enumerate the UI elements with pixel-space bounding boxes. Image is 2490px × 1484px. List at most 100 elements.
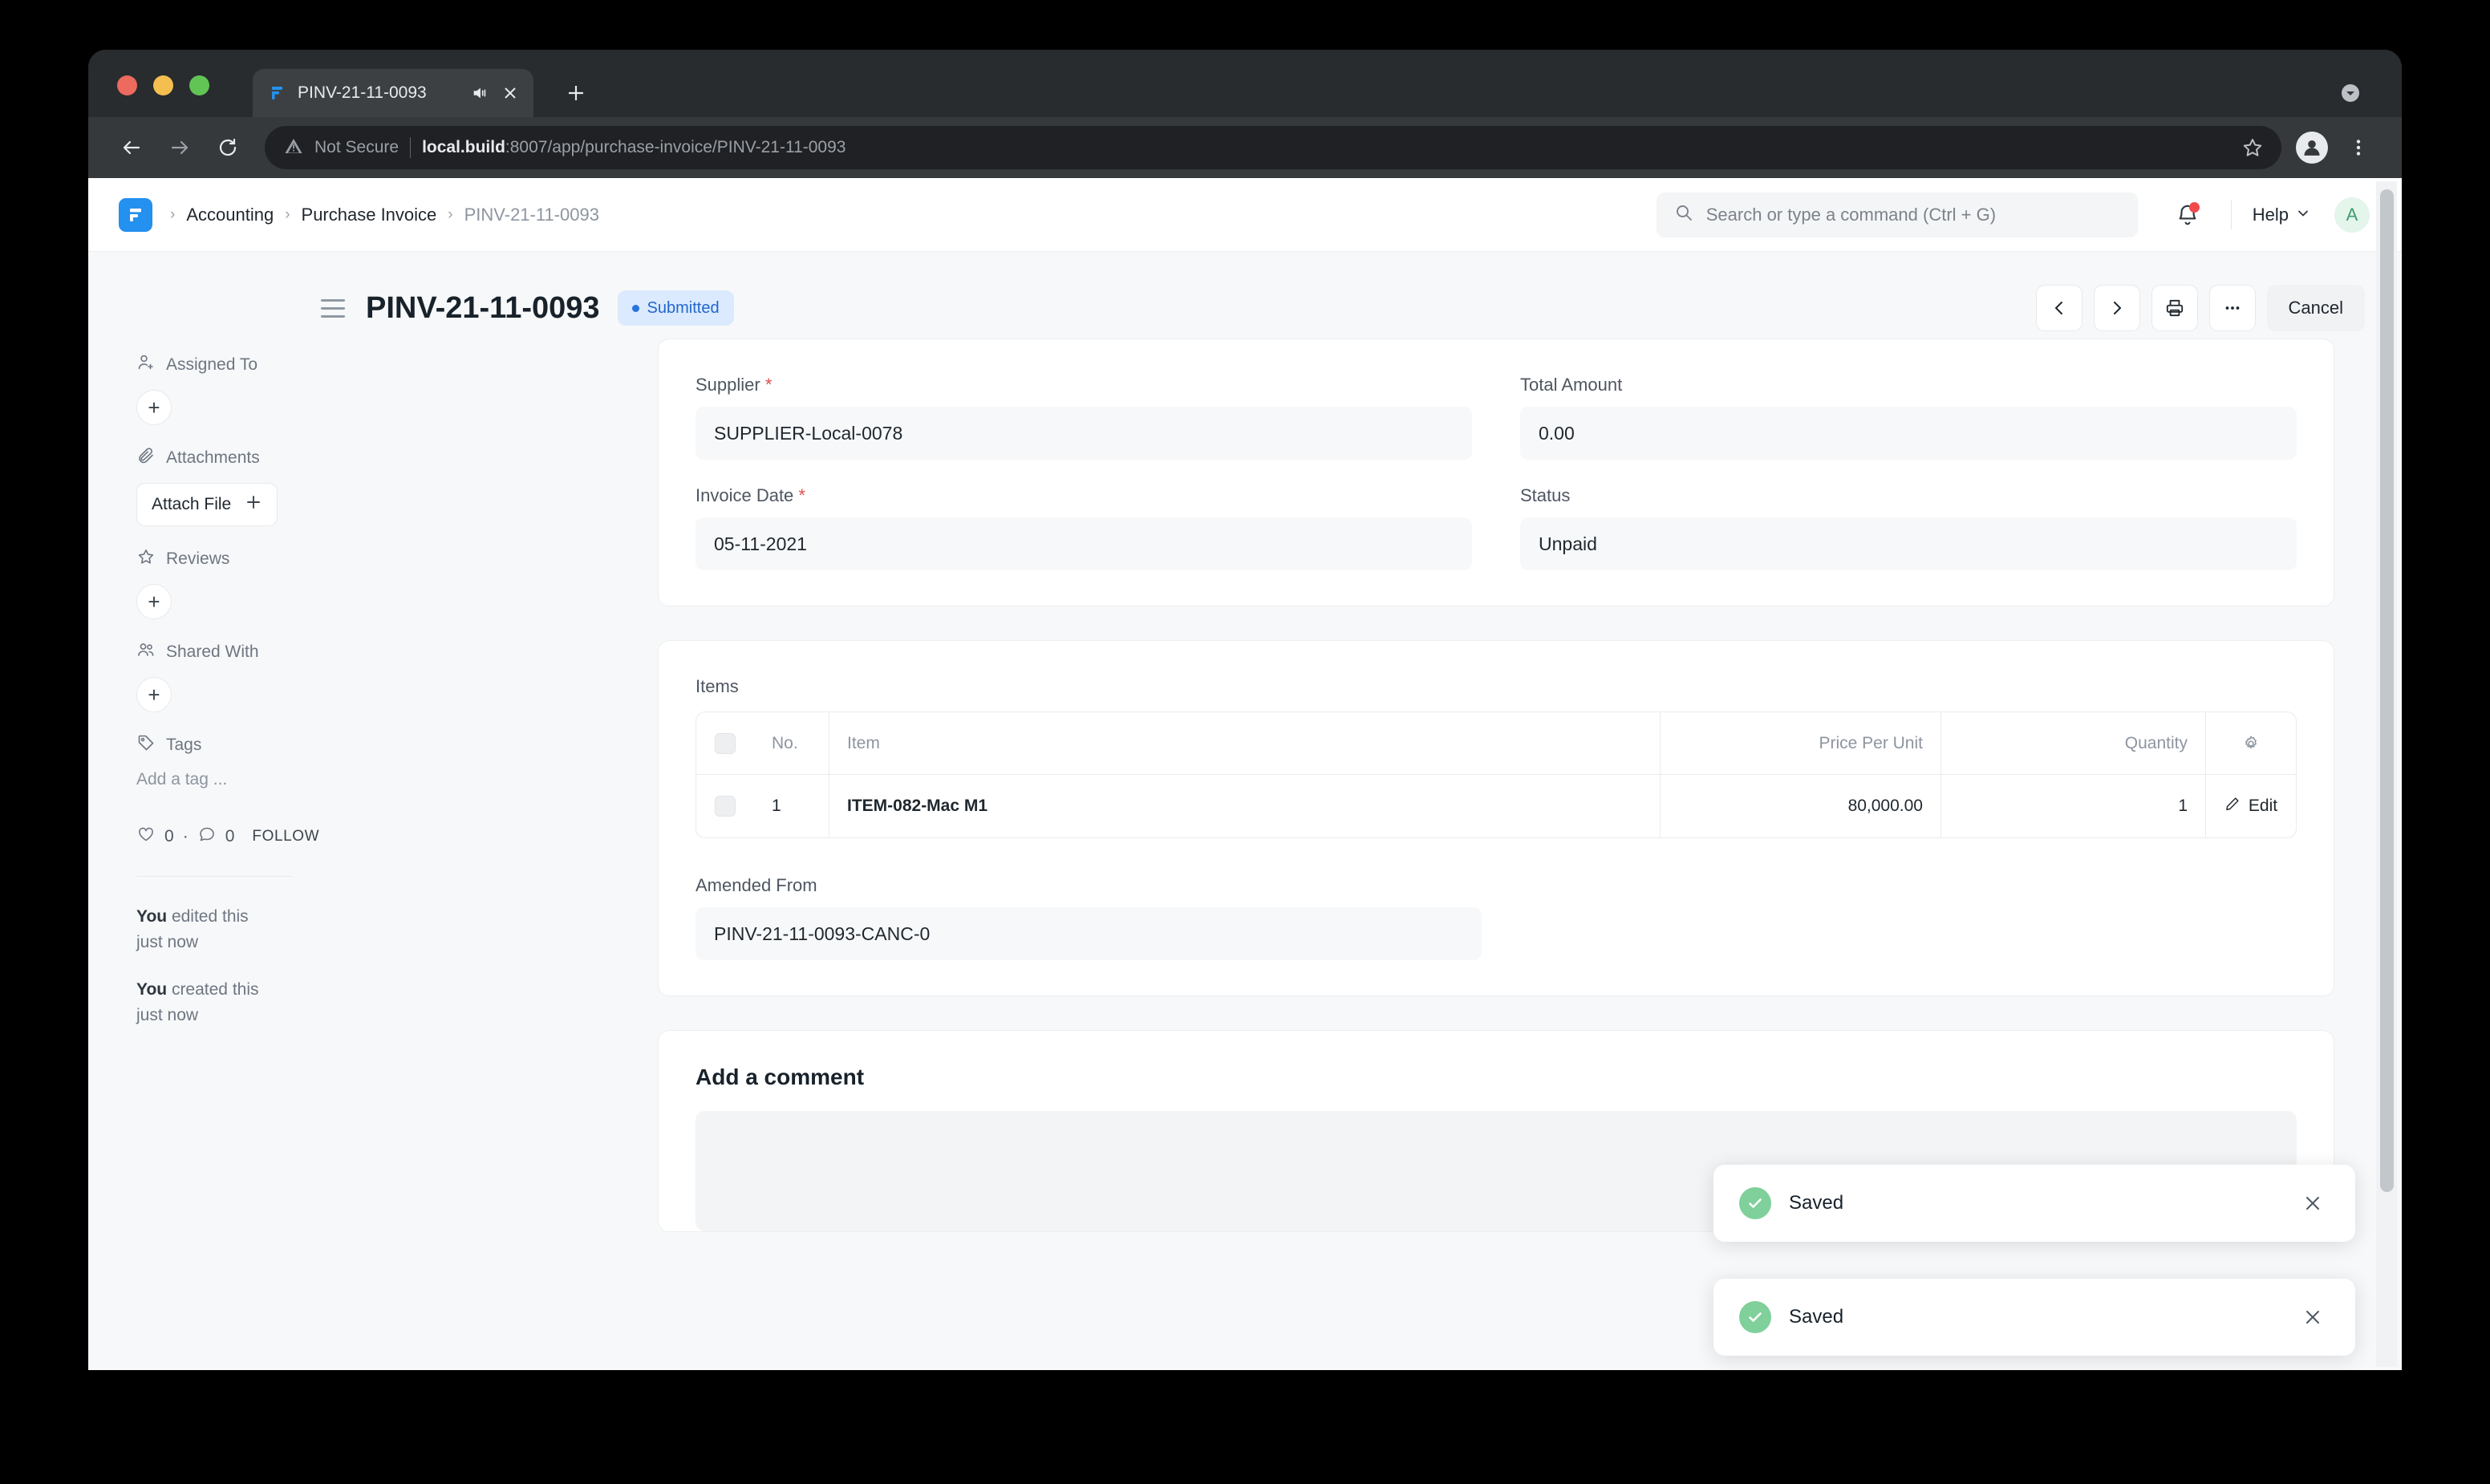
printer-icon[interactable] <box>2151 285 2198 331</box>
reload-icon[interactable] <box>205 125 250 170</box>
toast-saved-2: Saved <box>1713 1279 2355 1356</box>
url-path: :8007/app/purchase-invoice/PINV-21-11-00… <box>505 138 846 156</box>
next-document-button[interactable] <box>2094 285 2140 331</box>
app-navbar: › Accounting › Purchase Invoice › PINV-2… <box>88 178 2402 252</box>
three-dot-menu-icon[interactable] <box>2336 125 2381 170</box>
close-icon[interactable] <box>2299 1190 2326 1217</box>
field-total-amount: Total Amount 0.00 <box>1520 375 2297 460</box>
items-table-header: No. Item Price Per Unit Quantity <box>696 712 2296 775</box>
search-icon <box>1674 203 1693 226</box>
select-all-checkbox[interactable] <box>696 712 754 774</box>
table-row[interactable]: 1 ITEM-082-Mac M1 80,000.00 1 Edit <box>696 775 2296 837</box>
pencil-icon <box>2224 796 2241 817</box>
arrow-right-icon[interactable] <box>157 125 202 170</box>
check-circle-icon <box>1739 1187 1771 1219</box>
add-share-button[interactable]: + <box>136 677 172 712</box>
gear-icon[interactable] <box>2206 712 2296 774</box>
chevron-down-circle-icon[interactable] <box>2336 79 2365 107</box>
ellipsis-icon[interactable] <box>2209 285 2256 331</box>
browser-tab[interactable]: PINV-21-11-0093 <box>253 69 533 117</box>
search-input[interactable]: Search or type a command (Ctrl + G) <box>1657 193 2138 237</box>
add-review-button[interactable]: + <box>136 584 172 619</box>
maximize-window-button[interactable] <box>189 75 209 95</box>
edit-row-button[interactable]: Edit <box>2206 775 2296 837</box>
page-actions: Cancel <box>2036 285 2365 331</box>
new-tab-button[interactable] <box>562 79 590 107</box>
close-icon[interactable] <box>500 83 521 103</box>
follow-button[interactable]: FOLLOW <box>252 828 348 845</box>
status-badge-label: Submitted <box>647 299 720 318</box>
comment-icon[interactable] <box>197 825 217 849</box>
total-amount-input[interactable]: 0.00 <box>1520 407 2297 460</box>
breadcrumb-item-accounting[interactable]: Accounting <box>186 205 274 225</box>
omnibox-divider <box>410 137 411 158</box>
heart-icon[interactable] <box>136 825 156 849</box>
document-main: Supplier * SUPPLIER-Local-0078 Total Amo… <box>658 339 2334 1232</box>
edit-label: Edit <box>2249 797 2277 816</box>
user-avatar-icon[interactable] <box>2296 132 2328 164</box>
search-placeholder: Search or type a command (Ctrl + G) <box>1706 205 1996 225</box>
supplier-input[interactable]: SUPPLIER-Local-0078 <box>695 407 1472 460</box>
shared-with-header: Shared With <box>136 640 321 664</box>
address-bar[interactable]: Not Secure local.build:8007/app/purchase… <box>265 126 2281 169</box>
bell-icon[interactable] <box>2165 193 2210 237</box>
notification-badge-dot <box>2189 202 2200 213</box>
speaker-icon[interactable] <box>469 83 490 103</box>
users-icon <box>136 640 156 664</box>
close-icon[interactable] <box>2299 1304 2326 1331</box>
attach-file-button[interactable]: Attach File <box>136 483 278 526</box>
browser-tab-title: PINV-21-11-0093 <box>298 83 460 103</box>
sidebar-section-assigned-to: Assigned To + <box>136 353 321 425</box>
star-icon[interactable] <box>2241 136 2264 159</box>
column-header-price-per-unit: Price Per Unit <box>1661 712 1941 774</box>
avatar[interactable]: A <box>2334 197 2370 233</box>
cell-item: ITEM-082-Mac M1 <box>829 775 1661 837</box>
arrow-left-icon[interactable] <box>109 125 154 170</box>
invoice-date-input[interactable]: 05-11-2021 <box>695 517 1472 570</box>
add-tag-input[interactable]: Add a tag ... <box>136 770 321 789</box>
field-amended-from: Amended From PINV-21-11-0093-CANC-0 <box>695 875 2297 960</box>
toast-message: Saved <box>1789 1306 2299 1328</box>
prev-document-button[interactable] <box>2036 285 2082 331</box>
attach-file-label: Attach File <box>152 495 231 514</box>
tag-icon <box>136 733 156 757</box>
tags-label: Tags <box>166 736 201 755</box>
sidebar-section-reviews: Reviews + <box>136 547 321 619</box>
toast-container: Saved Saved <box>1713 1128 2355 1356</box>
row-checkbox[interactable] <box>696 775 754 837</box>
page-scrollbar[interactable] <box>2376 181 2397 1367</box>
status-input[interactable]: Unpaid <box>1520 517 2297 570</box>
tags-header: Tags <box>136 733 321 757</box>
amended-from-input[interactable]: PINV-21-11-0093-CANC-0 <box>695 907 1482 960</box>
frappe-logo-icon[interactable] <box>119 198 152 232</box>
star-icon <box>136 547 156 571</box>
sidebar-divider <box>136 876 292 877</box>
attachments-header: Attachments <box>136 446 321 470</box>
document-sidebar: Assigned To + Attachments Attach File <box>88 339 321 1050</box>
field-status: Status Unpaid <box>1520 485 2297 570</box>
activity-time: just now <box>136 933 198 951</box>
activity-actor: You <box>136 980 167 999</box>
hamburger-menu-icon[interactable] <box>321 294 348 322</box>
window-controls <box>117 75 209 95</box>
breadcrumb-item-current: PINV-21-11-0093 <box>464 205 599 225</box>
cancel-button[interactable]: Cancel <box>2267 285 2365 331</box>
help-label: Help <box>2253 205 2289 225</box>
security-status-label: Not Secure <box>314 138 399 157</box>
page-body: PINV-21-11-0093 Submitted <box>88 252 2402 1370</box>
address-bar-url: local.build:8007/app/purchase-invoice/PI… <box>422 138 846 157</box>
activity-text: created this <box>167 980 258 999</box>
chevron-down-icon <box>2296 205 2310 225</box>
breadcrumb-item-purchase-invoice[interactable]: Purchase Invoice <box>302 205 437 225</box>
scrollbar-thumb[interactable] <box>2380 189 2394 1192</box>
help-menu[interactable]: Help <box>2253 205 2310 225</box>
page-viewport: › Accounting › Purchase Invoice › PINV-2… <box>88 178 2402 1370</box>
minimize-window-button[interactable] <box>153 75 173 95</box>
avatar-initial: A <box>2346 205 2358 225</box>
add-assignment-button[interactable]: + <box>136 390 172 425</box>
activity-time: just now <box>136 1006 198 1024</box>
close-window-button[interactable] <box>117 75 137 95</box>
meta-separator: · <box>183 827 189 846</box>
comment-section-title: Add a comment <box>695 1064 2297 1090</box>
navbar-divider <box>2231 201 2232 229</box>
